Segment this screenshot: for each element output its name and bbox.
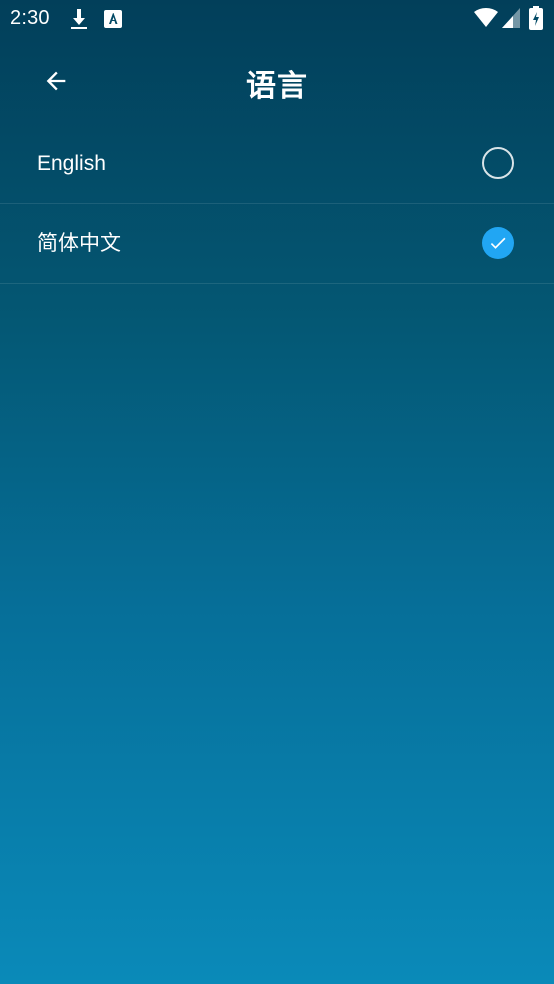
signal-icon xyxy=(502,8,520,28)
page-title: 语言 xyxy=(246,70,308,103)
language-list: English 简体中文 xyxy=(0,124,554,284)
checkmark-icon xyxy=(490,237,506,249)
download-icon xyxy=(71,9,87,29)
keyboard-icon xyxy=(104,10,122,28)
language-item-english[interactable]: English xyxy=(0,124,554,204)
language-label-simplified-chinese: 简体中文 xyxy=(37,232,121,255)
language-radio-simplified-chinese[interactable] xyxy=(482,227,514,259)
status-bar: 2:30 xyxy=(0,0,554,38)
language-radio-english[interactable] xyxy=(482,147,514,179)
status-time: 2:30 xyxy=(10,7,50,29)
wifi-icon xyxy=(474,8,498,27)
radio-checked-icon xyxy=(482,227,514,259)
language-label-english: English xyxy=(37,152,106,175)
language-item-simplified-chinese[interactable]: 简体中文 xyxy=(0,204,554,284)
battery-icon xyxy=(529,6,543,30)
app-header: 语言 xyxy=(0,38,554,124)
radio-unchecked-icon xyxy=(482,147,514,179)
